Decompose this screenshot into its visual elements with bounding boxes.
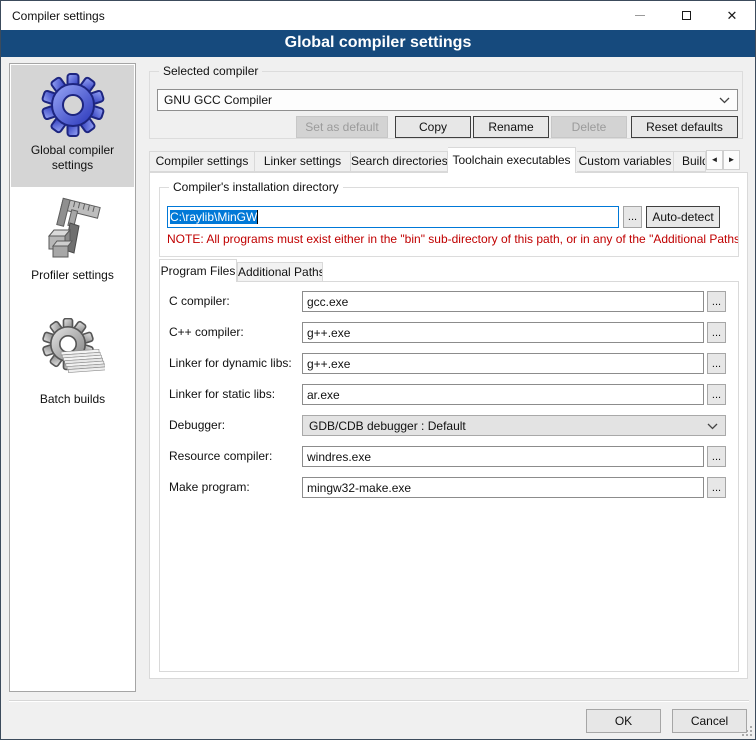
maximize-icon <box>682 11 691 20</box>
selected-text: C:\raylib\MinGW <box>170 210 257 224</box>
cpp-compiler-input[interactable] <box>302 322 704 343</box>
tab-scroll-left-button[interactable]: ◄ <box>706 150 723 170</box>
static-linker-label: Linker for static libs: <box>169 384 301 405</box>
tab-toolchain-executables[interactable]: Toolchain executables <box>448 147 576 173</box>
ok-button[interactable]: OK <box>586 709 661 733</box>
chevron-down-icon <box>707 423 718 430</box>
tab-linker-settings[interactable]: Linker settings <box>255 151 351 172</box>
dynamic-linker-input[interactable] <box>302 353 704 374</box>
compiler-settings-dialog: Compiler settings ✕ Global compiler sett… <box>0 0 756 740</box>
tab-scroll-right-button[interactable]: ► <box>723 150 740 170</box>
compiler-select-value: GNU GCC Compiler <box>164 93 272 107</box>
static-linker-browse-button[interactable]: ... <box>707 384 726 405</box>
chevron-down-icon <box>719 97 730 104</box>
static-linker-input[interactable] <box>302 384 704 405</box>
bin-subdirectory-note: NOTE: All programs must exist either in … <box>167 232 738 246</box>
title-bar: Compiler settings ✕ <box>1 1 755 30</box>
auto-detect-button[interactable]: Auto-detect <box>646 206 720 228</box>
tab-search-directories[interactable]: Search directories <box>351 151 448 172</box>
cpp-compiler-label: C++ compiler: <box>169 322 301 343</box>
close-button[interactable]: ✕ <box>709 1 755 30</box>
resource-compiler-browse-button[interactable]: ... <box>707 446 726 467</box>
make-program-browse-button[interactable]: ... <box>707 477 726 498</box>
debugger-label: Debugger: <box>169 415 301 436</box>
sidebar-item-global-compiler-settings[interactable]: Global compiler settings <box>11 65 134 187</box>
maximize-button[interactable] <box>663 1 709 30</box>
dynamic-linker-label: Linker for dynamic libs: <box>169 353 301 374</box>
dynamic-linker-browse-button[interactable]: ... <box>707 353 726 374</box>
sidebar-item-label: Batch builds <box>11 392 134 407</box>
installation-directory-browse-button[interactable]: ... <box>623 206 642 228</box>
tab-custom-variables[interactable]: Custom variables <box>577 151 674 172</box>
cpp-compiler-browse-button[interactable]: ... <box>707 322 726 343</box>
copy-button[interactable]: Copy <box>395 116 471 138</box>
set-as-default-button: Set as default <box>296 116 388 138</box>
tab-compiler-settings[interactable]: Compiler settings <box>149 151 255 172</box>
debugger-select[interactable]: GDB/CDB debugger : Default <box>302 415 726 436</box>
sidebar-item-batch-builds[interactable]: Batch builds <box>11 312 134 424</box>
window-title: Compiler settings <box>12 9 105 23</box>
minimize-icon <box>635 15 645 16</box>
sidebar-item-profiler-settings[interactable]: Profiler settings <box>11 192 134 302</box>
make-program-label: Make program: <box>169 477 301 498</box>
installation-directory-group-label: Compiler's installation directory <box>169 180 343 194</box>
page-title: Global compiler settings <box>1 30 755 57</box>
subtab-program-files[interactable]: Program Files <box>159 259 237 282</box>
resource-compiler-input[interactable] <box>302 446 704 467</box>
c-compiler-browse-button[interactable]: ... <box>707 291 726 312</box>
installation-directory-input[interactable]: C:\raylib\MinGW <box>167 206 619 228</box>
make-program-input[interactable] <box>302 477 704 498</box>
resize-grip[interactable] <box>742 726 752 736</box>
debugger-select-value: GDB/CDB debugger : Default <box>309 419 466 433</box>
tab-build-options[interactable]: Build options <box>674 151 706 172</box>
text-caret <box>257 210 258 224</box>
settings-category-list: Global compiler settings <box>9 63 136 692</box>
minimize-button[interactable] <box>617 1 663 30</box>
c-compiler-label: C compiler: <box>169 291 301 312</box>
sidebar-item-label: Global compiler settings <box>11 143 134 173</box>
blue-gear-icon <box>41 73 105 137</box>
resource-compiler-label: Resource compiler: <box>169 446 301 467</box>
cancel-button[interactable]: Cancel <box>672 709 747 733</box>
close-icon: ✕ <box>727 9 738 22</box>
rename-button[interactable]: Rename <box>473 116 549 138</box>
subtab-additional-paths[interactable]: Additional Paths <box>237 262 323 282</box>
sidebar-item-label: Profiler settings <box>11 268 134 283</box>
compiler-select[interactable]: GNU GCC Compiler <box>157 89 738 111</box>
delete-button: Delete <box>551 116 627 138</box>
caliper-icon <box>41 196 105 260</box>
gray-gear-stack-icon <box>41 318 105 382</box>
footer-separator <box>9 700 749 702</box>
reset-defaults-button[interactable]: Reset defaults <box>631 116 738 138</box>
c-compiler-input[interactable] <box>302 291 704 312</box>
selected-compiler-group-label: Selected compiler <box>159 64 262 78</box>
